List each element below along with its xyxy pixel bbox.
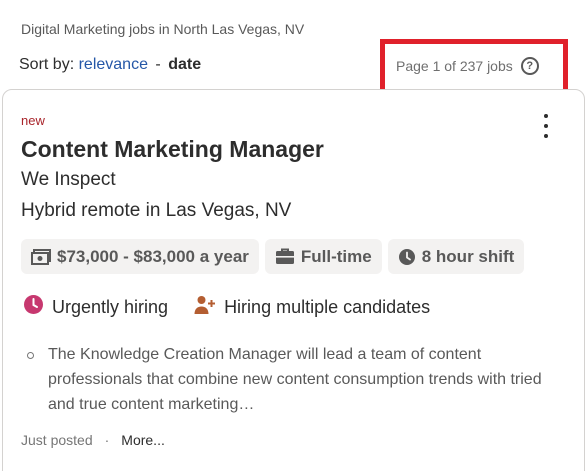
more-options-icon[interactable]: [538, 114, 554, 138]
job-attributes: Urgently hiring Hiring multiple candidat…: [23, 294, 430, 320]
money-icon: [31, 248, 51, 265]
job-title-link[interactable]: Content Marketing Manager: [21, 136, 324, 163]
results-header: Digital Marketing jobs in North Las Vega…: [0, 0, 588, 95]
job-card[interactable]: new Content Marketing Manager We Inspect…: [2, 89, 585, 471]
sort-by-date: date: [168, 56, 202, 73]
sort-bar: Sort by: relevance - date: [19, 56, 201, 74]
more-link[interactable]: More...: [121, 432, 165, 448]
company-name: We Inspect: [21, 169, 116, 190]
page-count-text: Page 1 of 237 jobs: [396, 58, 513, 74]
bullet-icon: [27, 352, 34, 359]
job-search-results: Digital Marketing jobs in North Las Vega…: [0, 0, 588, 471]
job-location: Hybrid remote in Las Vegas, NV: [21, 200, 292, 221]
multiple-candidates-text: Hiring multiple candidates: [224, 296, 431, 317]
job-type-chip: Full-time: [264, 239, 382, 274]
salary-text: $73,000 - $83,000 a year: [57, 246, 249, 266]
multiple-candidates-attribute: Hiring multiple candidates: [194, 294, 430, 320]
footer-separator: ·: [104, 432, 110, 448]
salary-chip: $73,000 - $83,000 a year: [21, 239, 259, 274]
clock-icon: [398, 248, 416, 266]
urgently-hiring-text: Urgently hiring: [52, 296, 169, 317]
briefcase-icon: [275, 248, 295, 265]
job-card-footer: Just posted · More...: [21, 432, 165, 448]
add-person-icon: [194, 295, 216, 320]
urgent-clock-icon: [23, 294, 44, 320]
search-title: Digital Marketing jobs in North Las Vega…: [21, 21, 305, 37]
help-icon[interactable]: ?: [520, 57, 539, 75]
urgently-hiring-attribute: Urgently hiring: [23, 294, 168, 320]
job-snippet-text: The Knowledge Creation Manager will lead…: [48, 346, 542, 413]
job-type-text: Full-time: [300, 246, 372, 266]
shift-chip: 8 hour shift: [387, 239, 525, 274]
sort-label: Sort by:: [19, 56, 75, 73]
posted-date: Just posted: [21, 432, 93, 448]
sort-by-relevance-link[interactable]: relevance: [79, 56, 148, 73]
page-count: Page 1 of 237 jobs ?: [396, 57, 539, 75]
shift-text: 8 hour shift: [421, 246, 515, 266]
job-metadata-chips: $73,000 - $83,000 a year Full-time 8 hou…: [21, 239, 525, 274]
sort-separator: -: [155, 56, 161, 73]
job-snippet: The Knowledge Creation Manager will lead…: [27, 342, 567, 417]
new-badge: new: [21, 113, 45, 128]
